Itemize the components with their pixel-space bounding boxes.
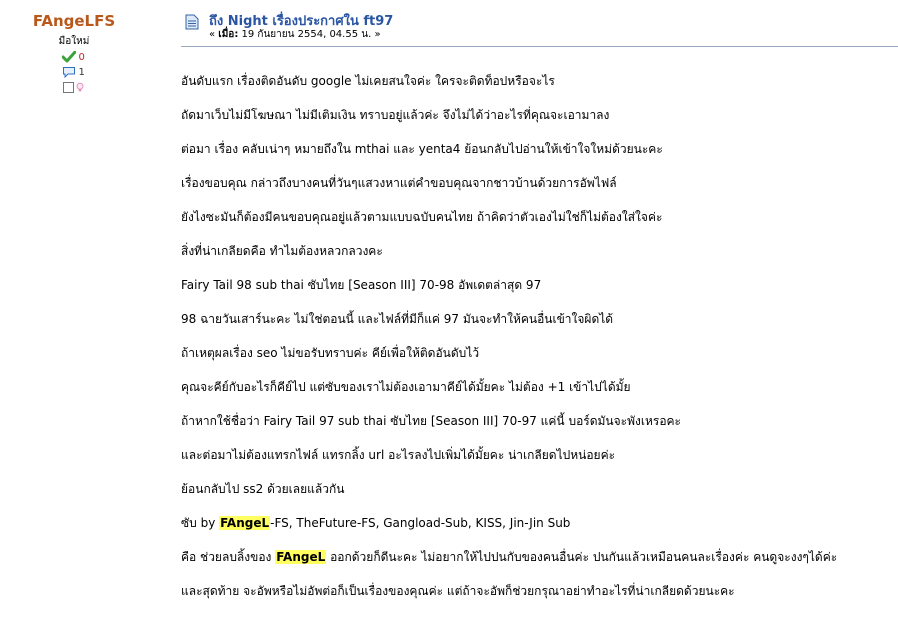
post-line: สิ่งที่น่าเกลียดคือ ทำไมต้องหลวกลวงคะ [181, 244, 383, 258]
meta-prefix: « [209, 29, 219, 40]
post-line: Fairy Tail 98 sub thai ซับไทย [Season II… [181, 278, 542, 292]
document-icon [185, 14, 199, 30]
post-line: ต่อมา เรื่อง คลับเน่าๆ หมายถึงใน mthai แ… [181, 142, 663, 156]
post-line: และต่อมาไม่ต้องแทรกไฟล์ แทรกลิ้ง url อะไ… [181, 448, 616, 462]
post-line: เรื่องขอบคุณ กล่าวถึงบางคนที่วันๆแสวงหาแ… [181, 176, 617, 190]
select-row [0, 80, 148, 94]
post-line: ถัดมาเว็บไม่มีโฆษณา ไม่มีเติมเงิน ทราบอย… [181, 108, 610, 122]
select-checkbox[interactable] [62, 81, 74, 93]
post-line: อันดับแรก เรื่องติดอันดับ google ไม่เคยส… [181, 74, 555, 88]
remove-link-line: คือ ช่วยลบลิ้งของ FAngeL ออกด้วยก็ดีนะคะ… [181, 549, 898, 583]
poster-info: FAngeLFS มือใหม่ 0 1 [0, 0, 148, 94]
karma-good-row: 0 [0, 50, 148, 64]
post-line: ถ้าหากใช้ชื่อว่า Fairy Tail 97 sub thai … [181, 414, 682, 428]
karma-good-count: 0 [78, 51, 85, 63]
remove-link-prefix: คือ ช่วยลบลิ้งของ [181, 550, 276, 564]
meta-label: เมื่อ: [218, 29, 239, 40]
post-header: ถึง Night เรื่องประกาศใน ft97 « เมื่อ: 1… [181, 8, 898, 47]
speech-bubble-icon[interactable] [62, 66, 76, 78]
post-line: ย้อนกลับไป ss2 ด้วยเลยแล้วกัน [181, 482, 345, 496]
post-date: 19 กันยายน 2554, 04.55 น. » [238, 29, 381, 40]
lightbulb-icon[interactable] [74, 81, 86, 93]
post-body: อันดับแรก เรื่องติดอันดับ google ไม่เคยส… [181, 73, 898, 617]
post-meta: « เมื่อ: 19 กันยายน 2554, 04.55 น. » [209, 27, 381, 42]
poster-name[interactable]: FAngeLFS [0, 12, 148, 30]
comments-row: 1 [0, 65, 148, 79]
post: ถึง Night เรื่องประกาศใน ft97 « เมื่อ: 1… [181, 8, 898, 617]
post-line: ถ้าเหตุผลเรื่อง seo ไม่ขอรับทราบค่ะ คีย์… [181, 346, 480, 360]
sub-credits-line: ซับ by FAngeL-FS, TheFuture-FS, Gangload… [181, 515, 898, 549]
post-line: 98 ฉายวันเสาร์นะคะ ไม่ใช่ตอนนี้ และไฟล์ท… [181, 312, 614, 326]
post-line: คุณจะคีย์กับอะไรก็คีย์ไป แต่ซับของเราไม่… [181, 380, 631, 394]
highlighted-search-term: FAngeL [219, 516, 271, 530]
poster-rank: มือใหม่ [58, 36, 90, 47]
remove-link-suffix: ออกด้วยก็ดีนะคะ ไม่อยากให้ไปปนกับของคนอื… [326, 550, 838, 564]
checkmark-icon[interactable] [61, 51, 76, 63]
post-line: และสุดท้าย จะอัพหรือไม่อัพต่อก็เป็นเรื่อ… [181, 584, 735, 598]
highlighted-search-term: FAngeL [275, 550, 327, 564]
post-line: ยังไงซะมันก็ต้องมีคนขอบคุณอยู่แล้วตามแบบ… [181, 210, 663, 224]
sub-credits-prefix: ซับ by [181, 516, 220, 530]
comments-count: 1 [78, 66, 85, 78]
sub-credits-suffix: -FS, TheFuture-FS, Gangload-Sub, KISS, J… [270, 516, 571, 530]
